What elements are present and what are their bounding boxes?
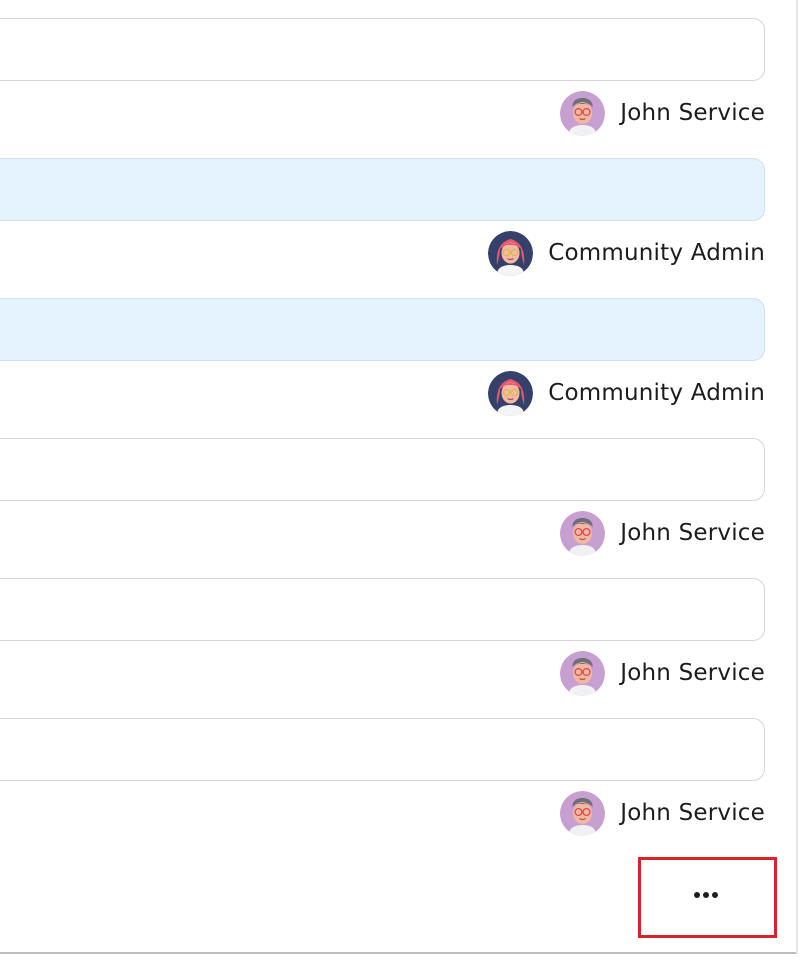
ellipsis-dot xyxy=(711,891,718,898)
message-item: Community Admin xyxy=(0,298,801,438)
ellipsis-icon xyxy=(693,891,718,898)
author-name: Community Admin xyxy=(548,380,765,406)
message-author[interactable]: Community Admin xyxy=(488,370,765,416)
author-name: John Service xyxy=(620,800,765,826)
john-service-avatar-icon xyxy=(560,510,606,556)
panel-bottom-border xyxy=(0,952,796,954)
message-item: Community Admin xyxy=(0,158,801,298)
john-service-avatar-icon xyxy=(560,790,606,836)
john-service-avatar-icon xyxy=(560,90,606,136)
author-name: John Service xyxy=(620,520,765,546)
message-item: John Service xyxy=(0,578,801,718)
message-thread: John Service Community Admin Community A… xyxy=(0,0,801,967)
message-bubble[interactable] xyxy=(0,578,765,641)
more-options-button[interactable] xyxy=(638,857,777,938)
ellipsis-dot xyxy=(702,891,709,898)
community-admin-avatar-icon xyxy=(488,230,534,276)
community-admin-avatar-icon xyxy=(488,370,534,416)
john-service-avatar-icon xyxy=(560,650,606,696)
panel-edge xyxy=(796,0,798,954)
message-item: John Service xyxy=(0,18,801,158)
message-author[interactable]: Community Admin xyxy=(488,230,765,276)
author-name: John Service xyxy=(620,660,765,686)
message-bubble[interactable] xyxy=(0,438,765,501)
ellipsis-dot xyxy=(693,891,700,898)
author-name: Community Admin xyxy=(548,240,765,266)
message-author[interactable]: John Service xyxy=(560,650,765,696)
message-item: John Service xyxy=(0,718,801,858)
message-bubble[interactable] xyxy=(0,158,765,221)
message-item: John Service xyxy=(0,438,801,578)
message-author[interactable]: John Service xyxy=(560,90,765,136)
message-author[interactable]: John Service xyxy=(560,790,765,836)
message-bubble[interactable] xyxy=(0,298,765,361)
message-bubble[interactable] xyxy=(0,718,765,781)
message-bubble[interactable] xyxy=(0,18,765,81)
author-name: John Service xyxy=(620,100,765,126)
message-author[interactable]: John Service xyxy=(560,510,765,556)
